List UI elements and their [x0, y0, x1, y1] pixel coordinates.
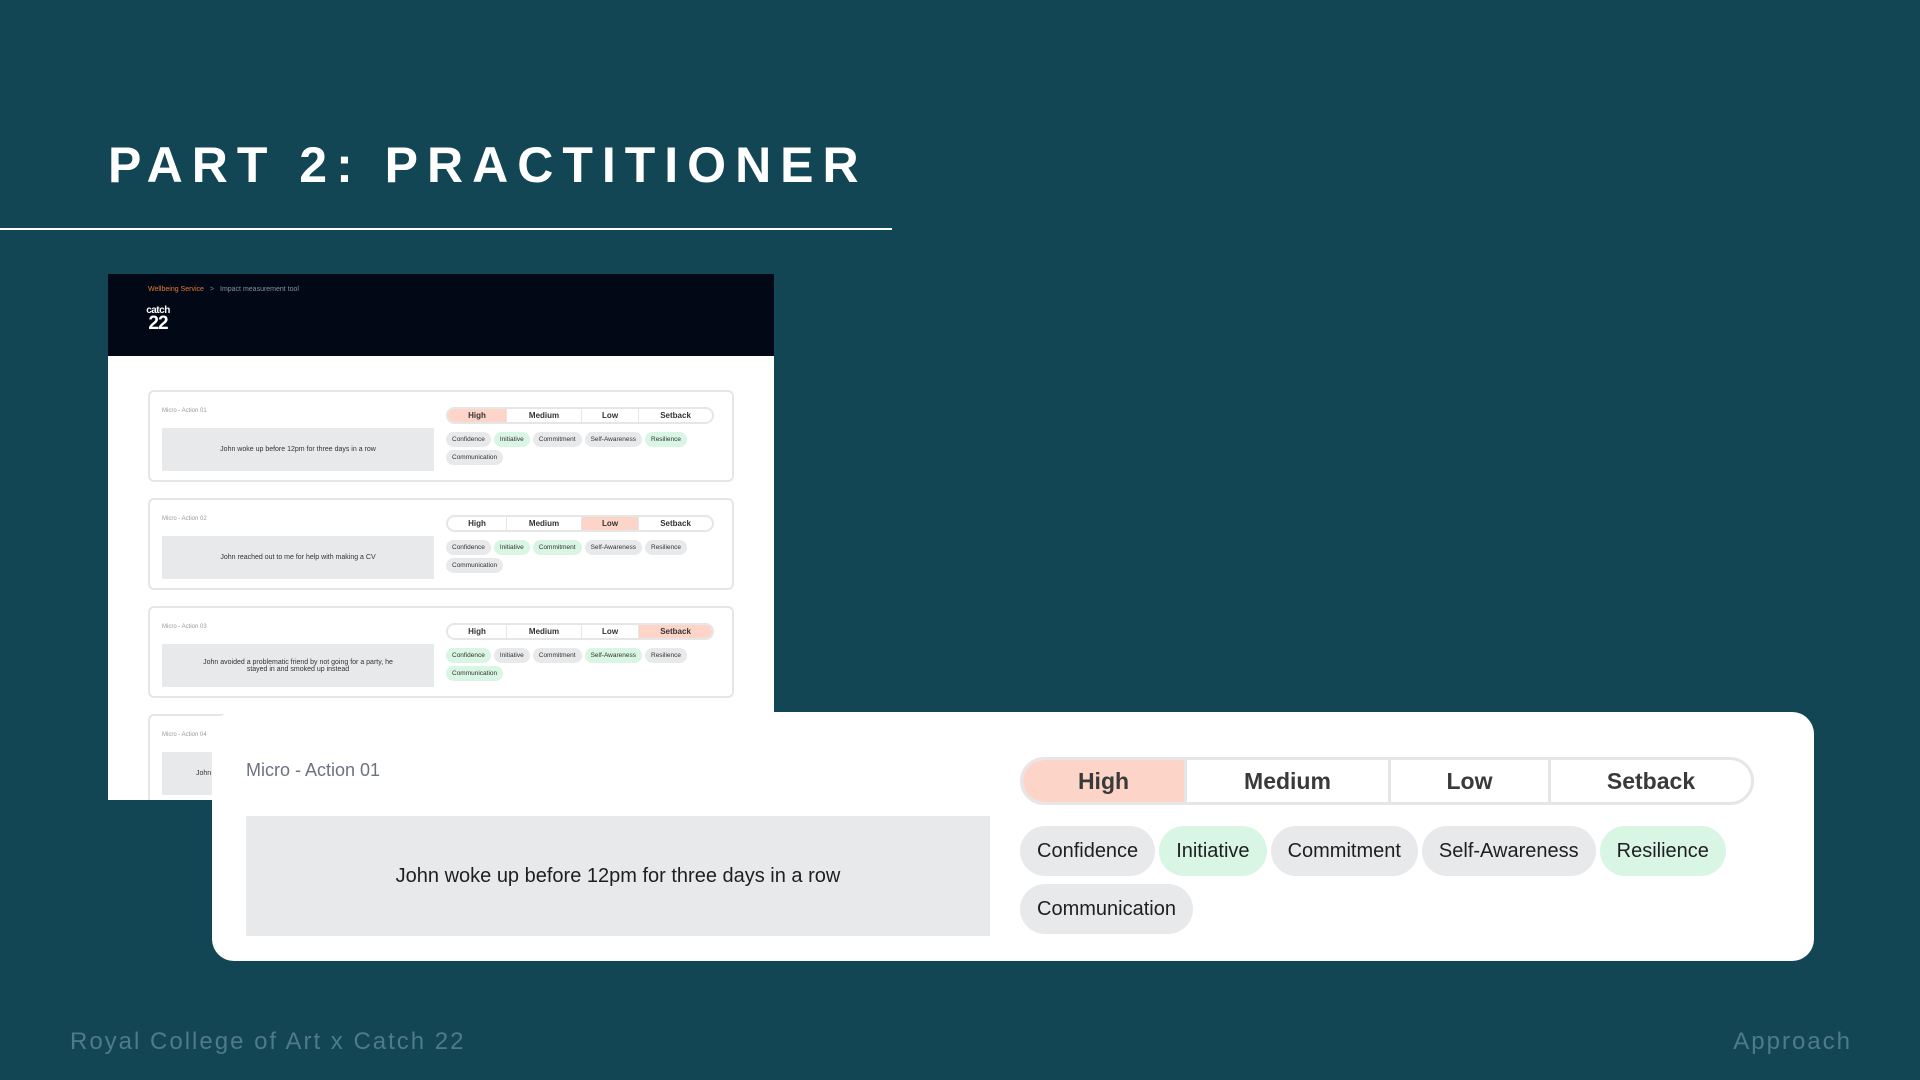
level-high-option[interactable]: High: [448, 625, 508, 638]
level-low-option[interactable]: Low: [582, 625, 640, 638]
level-setback-option[interactable]: Setback: [639, 409, 712, 422]
skill-chip-communication[interactable]: Communication: [1020, 884, 1193, 934]
micro-action-label: Micro - Action 04: [162, 732, 207, 738]
breadcrumb: Wellbeing Service > Impact measurement t…: [148, 286, 299, 293]
micro-action-label: Micro - Action 03: [162, 624, 207, 630]
skill-chip-commitment[interactable]: Commitment: [532, 432, 582, 447]
micro-action-card: Micro - Action 01 John woke up before 12…: [148, 390, 734, 482]
level-medium-option[interactable]: Medium: [507, 409, 582, 422]
skill-chip-self-awareness[interactable]: Self-Awareness: [584, 540, 642, 555]
breadcrumb-wellbeing-service[interactable]: Wellbeing Service: [148, 286, 204, 293]
skill-chip-self-awareness[interactable]: Self-Awareness: [584, 432, 642, 447]
skill-chip-confidence[interactable]: Confidence: [1020, 826, 1156, 876]
skill-chip-resilience[interactable]: Resilience: [645, 648, 687, 663]
level-high-option[interactable]: High: [1023, 760, 1187, 802]
skill-chips: Confidence Initiative Commitment Self-Aw…: [1020, 826, 1780, 934]
skill-chip-communication[interactable]: Communication: [446, 666, 504, 681]
level-high-option[interactable]: High: [448, 517, 508, 530]
skill-chip-confidence[interactable]: Confidence: [446, 540, 491, 555]
breadcrumb-impact-tool: Impact measurement tool: [220, 286, 299, 293]
level-low-option[interactable]: Low: [581, 517, 640, 530]
skill-chip-initiative[interactable]: Initiative: [493, 648, 530, 663]
skill-chips: Confidence Initiative Commitment Self-Aw…: [446, 432, 726, 465]
skill-chip-self-awareness[interactable]: Self-Awareness: [1421, 826, 1596, 876]
micro-action-label: Micro - Action 02: [162, 516, 207, 522]
skill-chips: Confidence Initiative Commitment Self-Aw…: [446, 648, 726, 681]
level-medium-option[interactable]: Medium: [507, 625, 582, 638]
level-selector: High Medium Low Setback: [446, 623, 714, 640]
zoomed-micro-action-card: Micro - Action 01 John woke up before 12…: [212, 712, 1814, 961]
level-setback-option[interactable]: Setback: [639, 625, 712, 638]
skill-chip-commitment[interactable]: Commitment: [532, 540, 582, 555]
skill-chip-initiative[interactable]: Initiative: [493, 540, 530, 555]
micro-action-card: Micro - Action 03 John avoided a problem…: [148, 606, 734, 698]
micro-action-label: Micro - Action 01: [246, 760, 381, 780]
skill-chip-communication[interactable]: Communication: [446, 450, 504, 465]
title-divider: [0, 228, 892, 230]
level-low-option[interactable]: Low: [1391, 760, 1551, 802]
skill-chip-commitment[interactable]: Commitment: [532, 648, 582, 663]
skill-chips: Confidence Initiative Commitment Self-Aw…: [446, 540, 726, 573]
level-selector: High Medium Low Setback: [446, 407, 714, 424]
skill-chip-initiative[interactable]: Initiative: [493, 432, 530, 447]
level-selector: High Medium Low Setback: [1020, 757, 1754, 805]
skill-chip-resilience[interactable]: Resilience: [645, 432, 687, 447]
skill-chip-confidence[interactable]: Confidence: [446, 648, 491, 663]
footer-section: Approach: [1733, 1028, 1852, 1055]
catch22-logo[interactable]: catch 22: [144, 306, 172, 334]
level-selector: High Medium Low Setback: [446, 515, 714, 532]
micro-action-description: John woke up before 12pm for three days …: [246, 816, 990, 936]
app-header: Wellbeing Service > Impact measurement t…: [108, 274, 774, 356]
micro-action-description: John avoided a problematic friend by not…: [162, 644, 434, 687]
footer-credit: Royal College of Art x Catch 22: [70, 1028, 466, 1055]
skill-chip-confidence[interactable]: Confidence: [446, 432, 491, 447]
skill-chip-initiative[interactable]: Initiative: [1159, 826, 1267, 876]
skill-chip-resilience[interactable]: Resilience: [1599, 826, 1726, 876]
level-medium-option[interactable]: Medium: [507, 517, 582, 530]
skill-chip-commitment[interactable]: Commitment: [1270, 826, 1418, 876]
breadcrumb-separator: >: [209, 286, 214, 293]
slide-title: PART 2: PRACTITIONER: [108, 137, 868, 193]
level-setback-option[interactable]: Setback: [639, 517, 712, 530]
micro-action-card: Micro - Action 02 John reached out to me…: [148, 498, 734, 590]
level-low-option[interactable]: Low: [582, 409, 640, 422]
logo-text-22: 22: [148, 313, 168, 334]
micro-action-description: John reached out to me for help with mak…: [162, 536, 434, 579]
micro-action-label: Micro - Action 01: [162, 408, 207, 414]
micro-action-description: John woke up before 12pm for three days …: [162, 428, 434, 471]
level-medium-option[interactable]: Medium: [1187, 760, 1391, 802]
level-setback-option[interactable]: Setback: [1551, 760, 1751, 802]
skill-chip-self-awareness[interactable]: Self-Awareness: [584, 648, 642, 663]
skill-chip-communication[interactable]: Communication: [446, 558, 504, 573]
level-high-option[interactable]: High: [448, 409, 508, 422]
skill-chip-resilience[interactable]: Resilience: [645, 540, 687, 555]
